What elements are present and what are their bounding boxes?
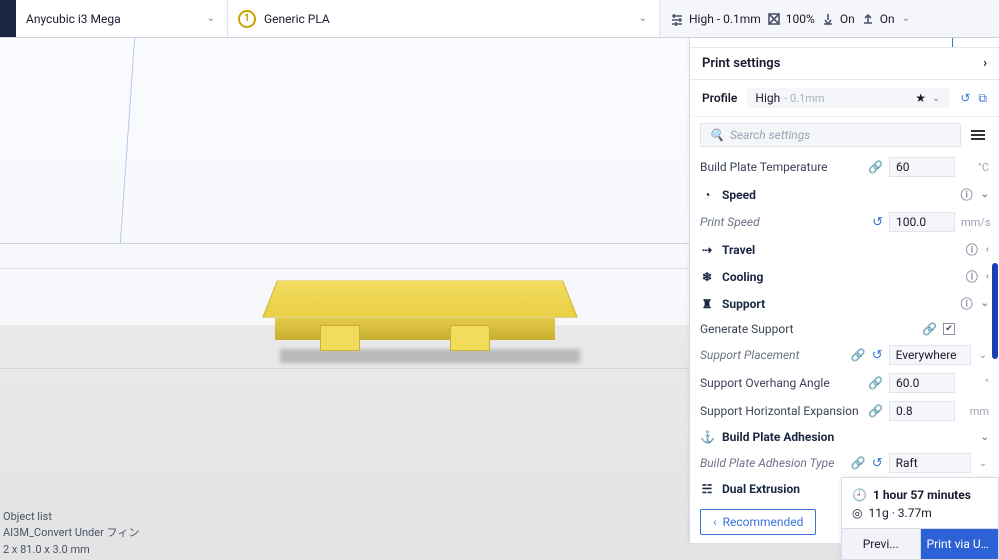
material-selector[interactable]: 1 Generic PLA ⌄ bbox=[228, 0, 660, 37]
panel-title: Print settings bbox=[702, 56, 780, 71]
quality-summary[interactable]: High - 0.1mm bbox=[670, 12, 761, 26]
chevron-left-icon: ‹ bbox=[986, 271, 989, 282]
compare-icon[interactable]: ⧉ bbox=[978, 91, 987, 106]
setting-support-horizontal-expansion: Support Horizontal Expansion 🔗 0.8 mm bbox=[690, 397, 999, 425]
chevron-down-icon: ⌄ bbox=[977, 350, 989, 361]
setting-generate-support: Generate Support 🔗 ✔ bbox=[690, 317, 999, 341]
category-speed[interactable]: ◔ Speed ⓘ ⌄ bbox=[690, 181, 999, 208]
model-preview[interactable] bbox=[270, 263, 570, 363]
reset-icon[interactable]: ↺ bbox=[872, 348, 883, 363]
build-plate-temp-input[interactable]: 60 bbox=[889, 157, 955, 177]
adhesion-summary[interactable]: On ⌄ bbox=[861, 12, 912, 26]
reset-icon[interactable]: ↺ bbox=[872, 215, 883, 230]
snowflake-icon: ❄ bbox=[700, 270, 714, 284]
infill-icon bbox=[767, 12, 781, 26]
link-icon[interactable]: 🔗 bbox=[868, 376, 883, 390]
profile-label: Profile bbox=[702, 91, 737, 105]
chevron-right-icon[interactable]: › bbox=[983, 56, 987, 71]
setting-bpa-type: Build Plate Adhesion Type 🔗 ↺ Raft ⌄ bbox=[690, 449, 999, 477]
printer-name: Anycubic i3 Mega bbox=[26, 12, 121, 26]
settings-search-input[interactable]: 🔍 Search settings bbox=[700, 123, 961, 147]
clock-icon: 🕘 bbox=[852, 488, 867, 502]
setting-build-plate-temp: Build Plate Temperature 🔗 60 °C bbox=[690, 153, 999, 181]
settings-hamburger-button[interactable] bbox=[967, 126, 989, 144]
link-icon[interactable]: 🔗 bbox=[868, 160, 883, 174]
top-toolbar: Anycubic i3 Mega ⌄ 1 Generic PLA ⌄ High … bbox=[0, 0, 999, 38]
chevron-left-icon: ‹ bbox=[986, 244, 989, 255]
setting-print-speed: Print Speed ↺ 100.0 mm/s bbox=[690, 208, 999, 236]
object-name[interactable]: AI3M_Convert Under フィン bbox=[3, 525, 139, 542]
print-summary-strip: High - 0.1mm 100% On On ⌄ bbox=[660, 0, 999, 37]
panel-ruler bbox=[690, 38, 999, 48]
link-icon[interactable]: 🔗 bbox=[868, 404, 883, 418]
build-volume-edge bbox=[120, 38, 135, 243]
category-cooling[interactable]: ❄ Cooling ⓘ ‹ bbox=[690, 263, 999, 290]
category-travel[interactable]: ⇢ Travel ⓘ ‹ bbox=[690, 236, 999, 263]
chevron-down-icon: ⌄ bbox=[637, 13, 649, 24]
support-summary[interactable]: On bbox=[821, 12, 855, 26]
reset-icon[interactable]: ↺ bbox=[872, 456, 883, 471]
category-build-plate-adhesion[interactable]: ⚓ Build Plate Adhesion ⌄ bbox=[690, 425, 999, 449]
link-icon[interactable]: 🔗 bbox=[851, 348, 866, 362]
link-icon[interactable]: 🔗 bbox=[851, 456, 866, 470]
chevron-down-icon: ⌄ bbox=[205, 13, 217, 24]
material-name: Generic PLA bbox=[264, 12, 330, 26]
chevron-down-icon: ⌄ bbox=[981, 298, 989, 309]
print-settings-panel: Print settings › Profile High - 0.1mm ★ … bbox=[689, 38, 999, 543]
support-hexp-input[interactable]: 0.8 bbox=[889, 401, 955, 421]
chevron-down-icon: ⌄ bbox=[981, 432, 989, 443]
action-card: 🕘 1 hour 57 minutes ◎ 11g · 3.77m Previ.… bbox=[841, 477, 999, 560]
support-angle-input[interactable]: 60.0 bbox=[889, 373, 955, 393]
print-time: 1 hour 57 minutes bbox=[873, 488, 971, 502]
object-dimensions: 2 x 81.0 x 3.0 mm bbox=[3, 542, 139, 559]
support-icon: ♜ bbox=[700, 297, 714, 311]
print-speed-input[interactable]: 100.0 bbox=[889, 212, 955, 232]
chevron-down-icon: ⌄ bbox=[900, 13, 912, 24]
chevron-down-icon: ⌄ bbox=[981, 189, 989, 200]
search-placeholder: Search settings bbox=[730, 128, 810, 142]
preview-button[interactable]: Previ... bbox=[842, 528, 921, 559]
material-icon: ◎ bbox=[852, 506, 862, 520]
search-icon: 🔍 bbox=[709, 128, 724, 142]
material-usage: 11g · 3.77m bbox=[868, 506, 931, 520]
setting-support-overhang-angle: Support Overhang Angle 🔗 60.0 ° bbox=[690, 369, 999, 397]
generate-support-checkbox[interactable]: ✔ bbox=[943, 323, 955, 335]
panel-scrollbar[interactable] bbox=[992, 263, 998, 359]
printer-selector[interactable]: Anycubic i3 Mega ⌄ bbox=[16, 0, 228, 37]
info-icon[interactable]: ⓘ bbox=[961, 186, 973, 203]
dual-extrusion-icon: ☵ bbox=[700, 482, 714, 496]
app-menu-stub[interactable] bbox=[0, 0, 16, 37]
reset-icon[interactable]: ↺ bbox=[960, 91, 970, 106]
profile-row: Profile High - 0.1mm ★ ⌄ ↺ ⧉ bbox=[690, 80, 999, 117]
chevron-down-icon: ⌄ bbox=[977, 458, 989, 469]
print-button[interactable]: Print via USB bbox=[921, 528, 999, 559]
bpa-type-select[interactable]: Raft bbox=[889, 453, 971, 473]
infill-summary[interactable]: 100% bbox=[767, 12, 815, 26]
link-icon[interactable]: 🔗 bbox=[922, 322, 937, 336]
recommended-button[interactable]: ‹ Recommended bbox=[700, 509, 816, 535]
info-icon[interactable]: ⓘ bbox=[966, 268, 978, 285]
profile-selector[interactable]: High - 0.1mm ★ ⌄ bbox=[747, 88, 950, 108]
chevron-down-icon: ⌄ bbox=[930, 93, 942, 104]
info-icon[interactable]: ⓘ bbox=[966, 241, 978, 258]
chevron-left-icon: ‹ bbox=[713, 515, 717, 529]
support-icon bbox=[821, 12, 835, 26]
adhesion-icon: ⚓ bbox=[700, 430, 714, 444]
support-placement-select[interactable]: Everywhere bbox=[889, 345, 971, 365]
adhesion-icon bbox=[861, 12, 875, 26]
info-icon[interactable]: ⓘ bbox=[961, 295, 973, 312]
setting-support-placement: Support Placement 🔗 ↺ Everywhere ⌄ bbox=[690, 341, 999, 369]
travel-icon: ⇢ bbox=[700, 243, 714, 257]
gauge-icon: ◔ bbox=[700, 188, 714, 202]
sliders-icon bbox=[670, 12, 684, 26]
object-list[interactable]: Object list AI3M_Convert Under フィン 2 x 8… bbox=[3, 509, 139, 559]
category-support[interactable]: ♜ Support ⓘ ⌄ bbox=[690, 290, 999, 317]
star-icon: ★ bbox=[915, 91, 926, 105]
extruder-badge: 1 bbox=[238, 10, 256, 28]
object-list-title: Object list bbox=[3, 509, 139, 526]
